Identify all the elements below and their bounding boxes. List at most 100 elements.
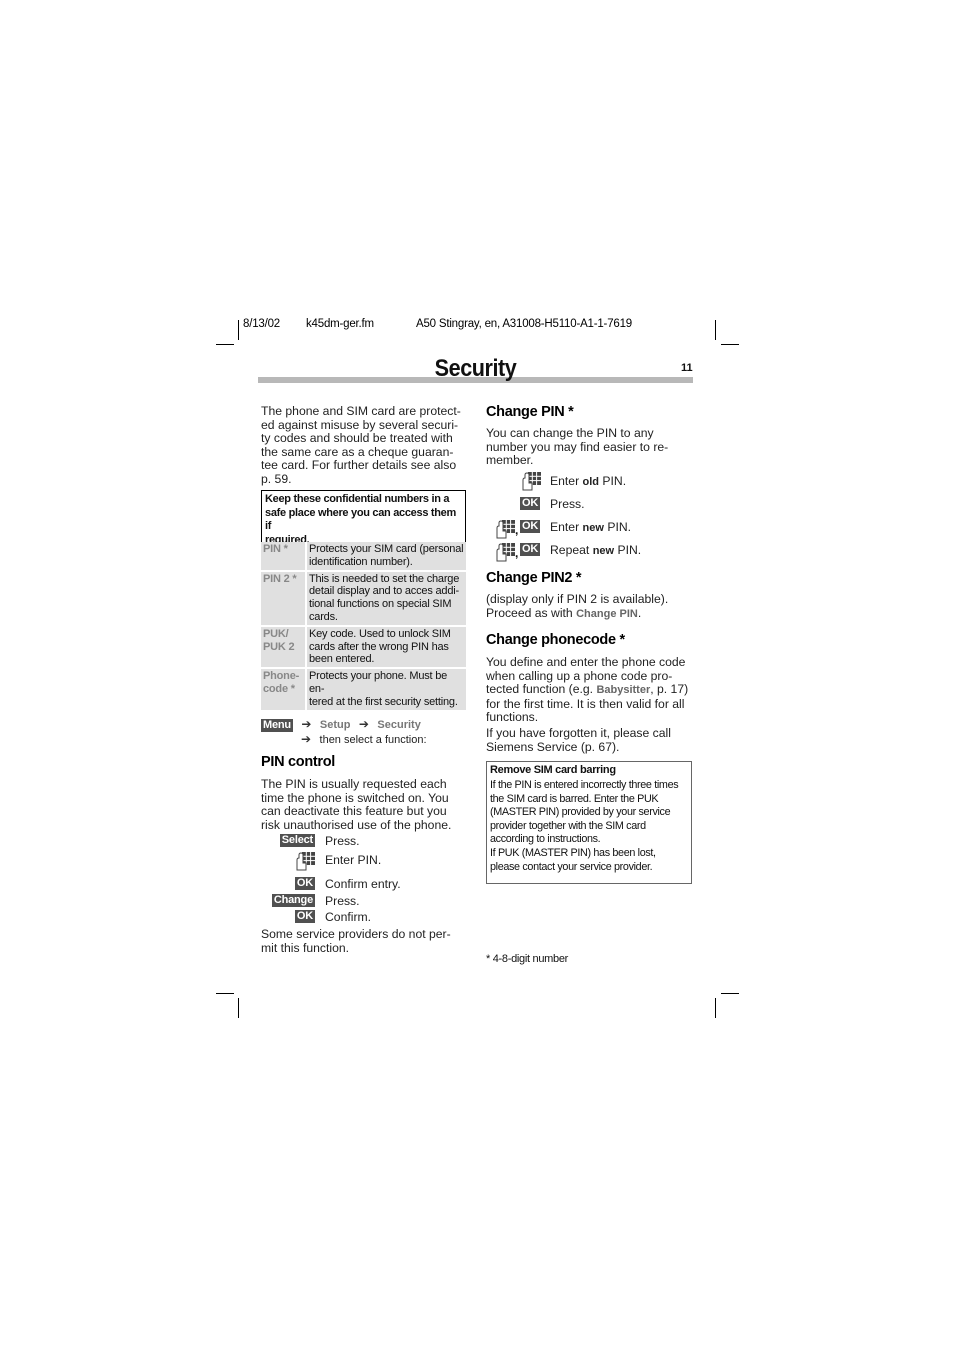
text-line: the SIM card is barred. Enter the PUK (490, 792, 659, 805)
text-line: ed against misuse by several securi- (261, 417, 459, 432)
page-number: 11 (681, 362, 693, 374)
table-row: PIN * Protects your SIM card (personal id… (261, 542, 466, 570)
ok-softkey[interactable]: OK (520, 520, 541, 533)
code-description: Protects your phone. Must be en-tered at… (307, 669, 466, 710)
crop-mark (238, 320, 239, 340)
text-line: time the phone is switched on. You (261, 790, 449, 805)
step-text: Press. (325, 894, 360, 908)
change-pin2-heading: Change PIN2 * (486, 570, 582, 586)
text-line: provider together with the SIM card (490, 819, 646, 832)
select-softkey[interactable]: Select (279, 834, 315, 847)
instruction-text: then select a function: (319, 734, 427, 746)
code-name: Phone-code * (261, 669, 307, 710)
code-name: PIN 2 * (261, 571, 307, 625)
step-confirm: OK Confirm. (261, 910, 461, 926)
text-line: Keep these confidential numbers in a (265, 493, 450, 505)
text-line: number you may find easier to re- (486, 439, 669, 454)
text-line: can deactivate this feature but you (261, 804, 447, 819)
text-line: tected function (e.g. Babysitter, p. 17) (486, 682, 689, 697)
separator: , (515, 523, 519, 537)
text-line: for the first time. It is then valid for… (486, 696, 685, 711)
step-confirm-entry: OK Confirm entry. (261, 877, 461, 893)
text-line: You define and enter the phone code (486, 655, 686, 669)
intro-paragraph: The phone and SIM card are protect- ed a… (261, 404, 466, 487)
step-text: Confirm entry. (325, 877, 401, 891)
keypad-icon (522, 472, 541, 491)
step-text: Enter old PIN. (550, 474, 627, 488)
text-line: according to instructions. (490, 833, 601, 846)
step-repeat-new-pin: , OK Repeat new PIN. (486, 542, 686, 562)
step-press-ok: OK Press. (486, 497, 686, 513)
sim-barring-text: If the PIN is entered incorrectly three … (487, 778, 691, 875)
step-text: Enter new PIN. (550, 520, 632, 534)
code-description: This is needed to set the charge detail d… (307, 571, 466, 625)
crop-mark (715, 998, 716, 1018)
pin-control-heading: PIN control (261, 754, 336, 770)
step-text: Repeat new PIN. (550, 543, 642, 557)
code-description: Protects your SIM card (personal identifi… (307, 542, 466, 570)
security-codes-table: PIN * Protects your SIM card (personal id… (261, 540, 466, 712)
text-line: tee card. For further details see also (261, 458, 457, 473)
crop-mark (721, 993, 739, 994)
text-line: If the PIN is entered incorrectly three … (490, 779, 679, 791)
pin-control-paragraph: The PIN is usually requested each time t… (261, 777, 466, 832)
menu-instruction: ➔ then select a function: (297, 730, 427, 748)
keypad-icon (296, 852, 315, 871)
text-line: If you have forgotten it, please call (486, 726, 671, 740)
crop-mark (721, 344, 739, 345)
text-line: safe place where you can access them if (265, 506, 456, 533)
step-enter-pin: Enter PIN. (261, 851, 461, 871)
text-line: (MASTER PIN) provided by your service (490, 806, 671, 819)
ok-softkey[interactable]: OK (294, 877, 315, 890)
step-enter-old-pin: Enter old PIN. (486, 471, 686, 491)
arrow-right-icon: ➔ (358, 717, 369, 731)
ok-softkey[interactable]: OK (520, 543, 541, 556)
text-line: The phone and SIM card are protect- (261, 404, 461, 418)
change-pin-reference: Change PIN (576, 607, 638, 620)
keypad-icon (496, 520, 515, 539)
header-date: 8/13/02 (243, 318, 280, 330)
step-change: Change Press. (261, 894, 461, 910)
step-text: Press. (325, 834, 360, 848)
forgotten-code-paragraph: If you have forgotten it, please call Si… (486, 726, 692, 754)
sim-barring-title: Remove SIM card barring (490, 764, 616, 776)
text-line: risk unauthorised use of the phone. (261, 817, 452, 832)
change-phonecode-heading: Change phonecode * (486, 632, 625, 648)
text-line: the same care as a cheque guaran- (261, 444, 454, 459)
footnote: * 4-8-digit number (486, 953, 569, 965)
change-pin-paragraph: You can change the PIN to any number you… (486, 426, 692, 468)
table-row: Phone-code * Protects your phone. Must b… (261, 669, 466, 710)
change-phonecode-paragraph: You define and enter the phone code when… (486, 655, 692, 725)
text-line: Siemens Service (p. 67). (486, 739, 620, 754)
arrow-right-icon: ➔ (301, 732, 312, 746)
text-line: Proceed as with Change PIN. (486, 605, 642, 620)
text-line: The PIN is usually requested each (261, 777, 447, 791)
text-line: ty codes and should be treated with (261, 431, 453, 446)
step-enter-new-pin: , OK Enter new PIN. (486, 519, 686, 539)
text-line: when calling up a phone code pro- (486, 668, 673, 683)
table-row: PIN 2 * This is needed to set the charge… (261, 571, 466, 625)
code-name: PUK/PUK 2 (261, 626, 307, 668)
crop-mark (216, 344, 234, 345)
text-line: Some service providers do not per- (261, 927, 451, 941)
text-line: You can change the PIN to any (486, 426, 654, 440)
separator: , (515, 546, 519, 560)
ok-softkey[interactable]: OK (294, 910, 315, 923)
text-line: functions. (486, 710, 539, 725)
text-line: please contact your service provider. (490, 860, 653, 873)
text-line: member. (486, 453, 534, 468)
header-file: k45dm-ger.fm (306, 318, 374, 330)
arrow-right-icon: ➔ (301, 717, 312, 731)
menu-softkey[interactable]: Menu (261, 719, 293, 732)
step-text: Enter PIN. (325, 853, 382, 867)
crop-mark (238, 998, 239, 1018)
table-row: PUK/PUK 2 Key code. Used to unlock SIM ca… (261, 626, 466, 668)
page-title: Security (434, 355, 517, 382)
crop-mark (715, 320, 716, 340)
text-line: (display only if PIN 2 is available). (486, 592, 669, 606)
ok-softkey[interactable]: OK (520, 497, 541, 510)
change-softkey[interactable]: Change (271, 894, 315, 907)
change-pin-heading: Change PIN * (486, 404, 574, 420)
code-name: PIN * (261, 542, 307, 570)
crop-mark (216, 993, 234, 994)
